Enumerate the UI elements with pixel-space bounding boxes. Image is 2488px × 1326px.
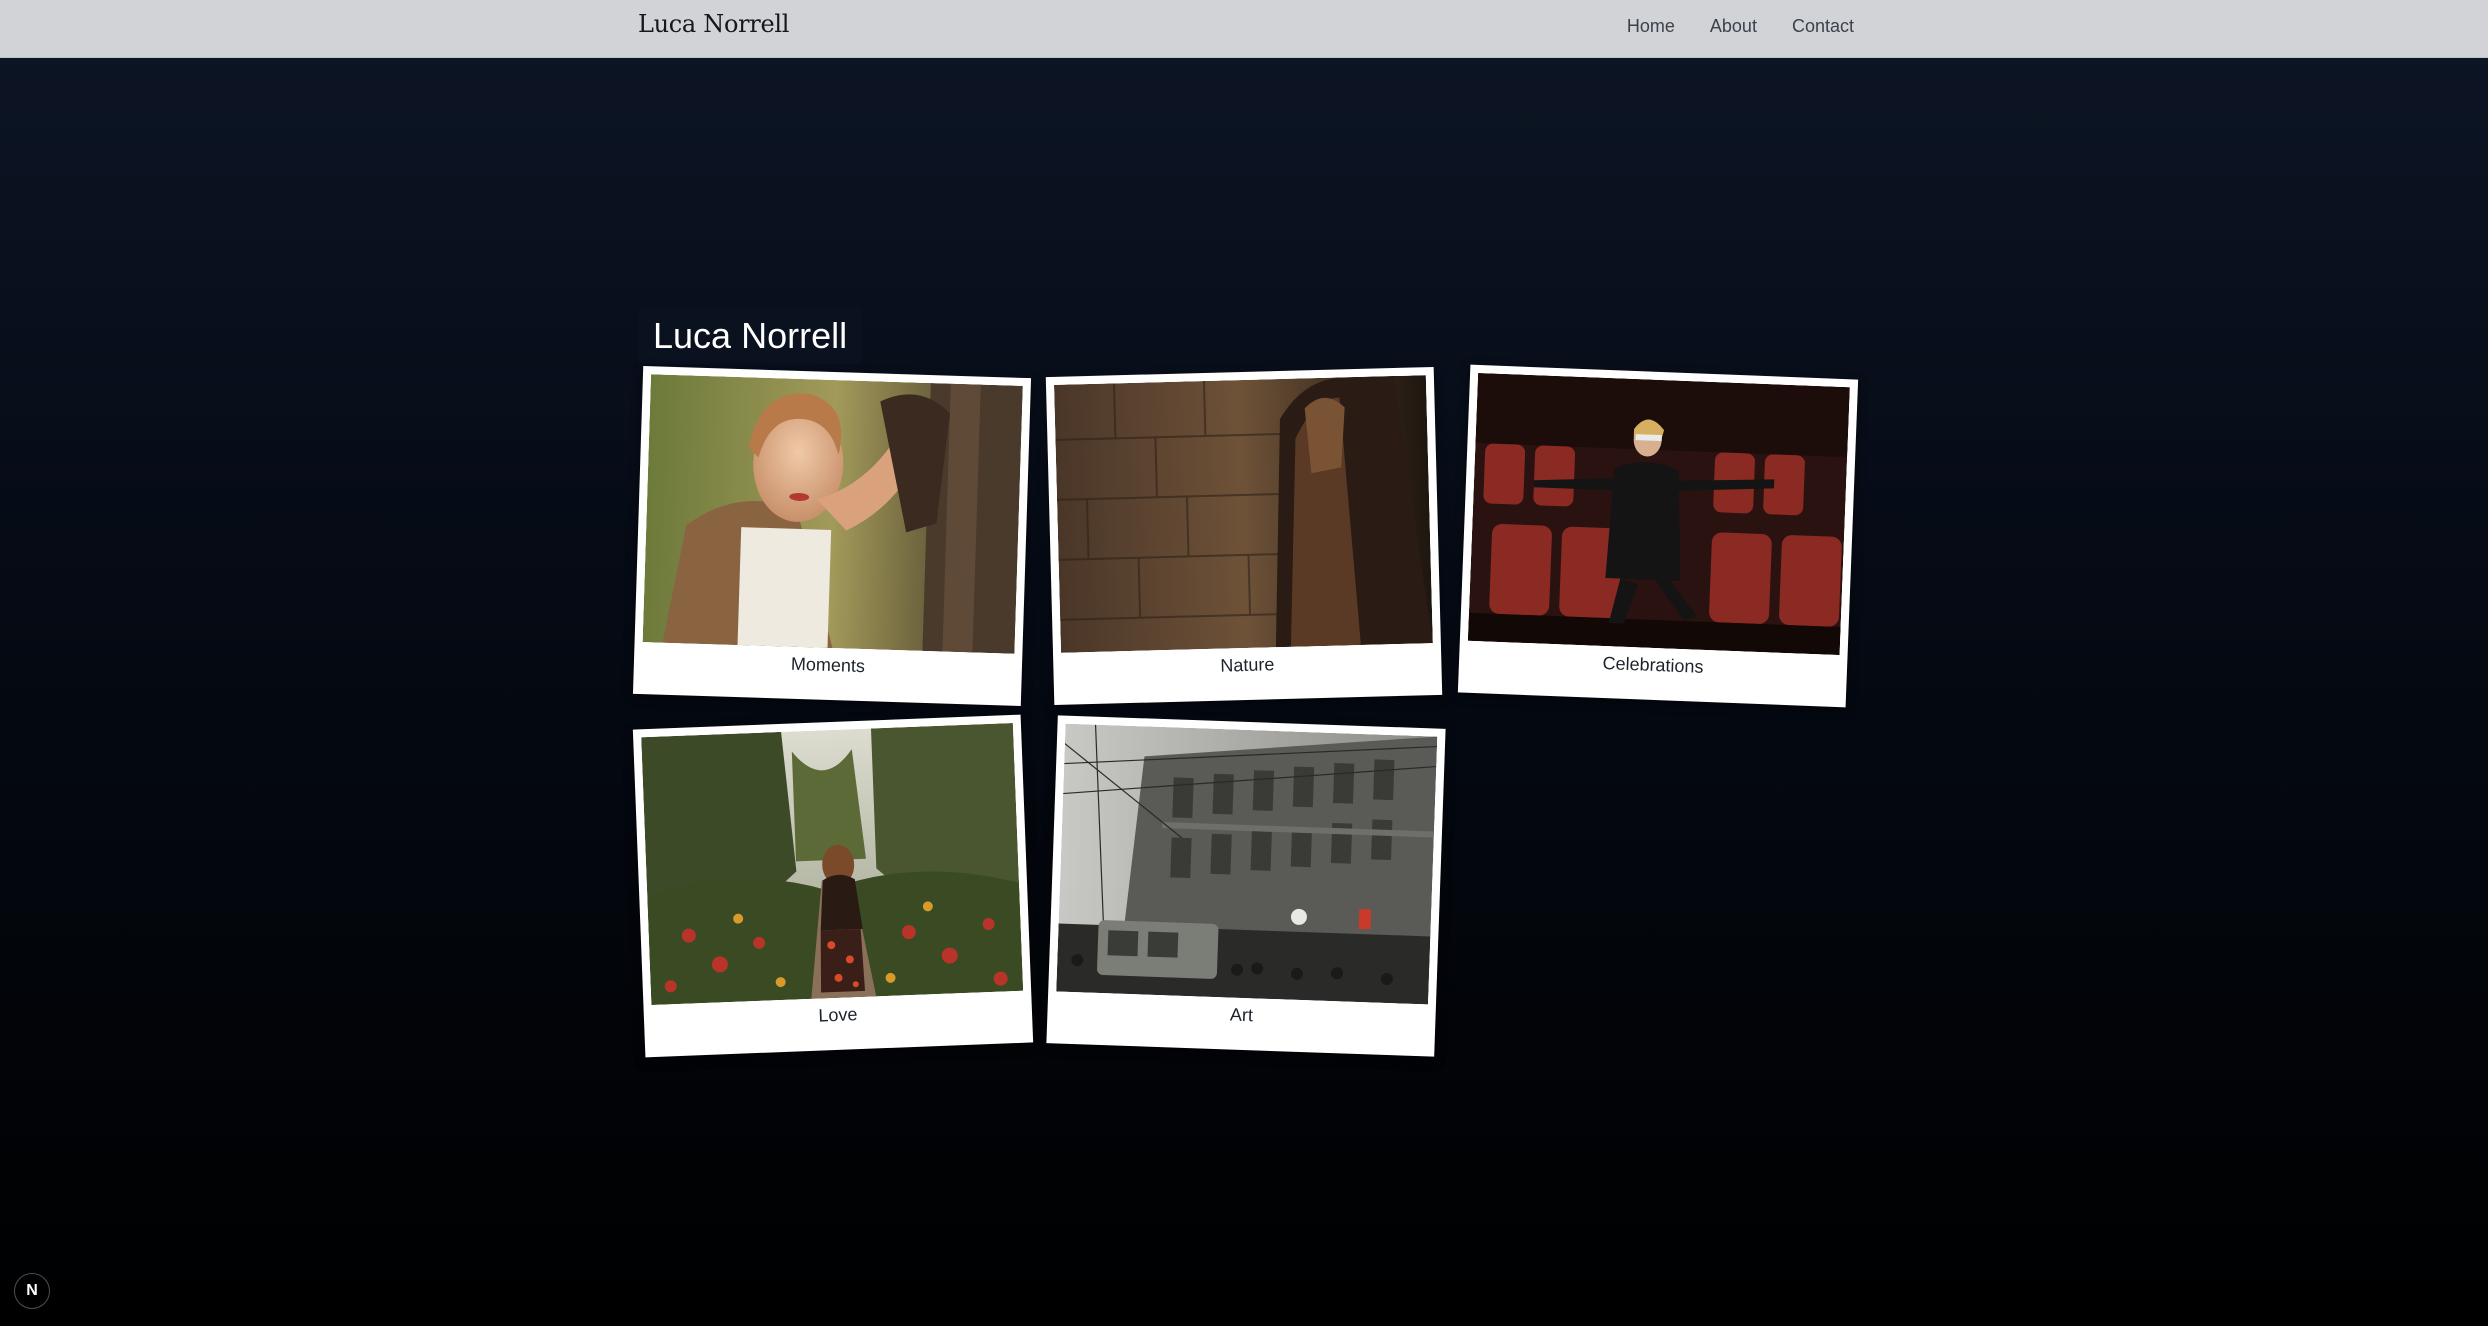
top-navbar: Luca Norrell Home About Contact: [0, 0, 2488, 58]
nav-about-link[interactable]: About: [1710, 16, 1757, 37]
art-label: Art: [1229, 1004, 1254, 1026]
gallery-card-celebrations[interactable]: Celebrations: [1457, 364, 1859, 708]
moments-label: Moments: [790, 653, 866, 677]
moments-photo: [642, 374, 1023, 654]
nextjs-icon[interactable]: N: [14, 1273, 50, 1309]
nav-contact-link[interactable]: Contact: [1792, 16, 1854, 37]
nextjs-letter: N: [26, 1282, 38, 1299]
art-photo: [1056, 723, 1438, 1005]
nature-label: Nature: [1220, 654, 1275, 676]
nav-home-link[interactable]: Home: [1627, 16, 1675, 37]
love-photo: [641, 722, 1024, 1006]
page-title-box: Luca Norrell: [638, 308, 863, 364]
page-title: Luca Norrell: [653, 315, 848, 356]
gallery-card-nature[interactable]: Nature: [1045, 366, 1443, 706]
nature-photo: [1053, 375, 1433, 653]
gallery-card-art[interactable]: Art: [1046, 715, 1446, 1057]
nav-links: Home About Contact: [1592, 16, 1854, 37]
gallery-card-love[interactable]: Love: [632, 714, 1034, 1058]
gallery-card-moments[interactable]: Moments: [632, 365, 1032, 707]
brand-link[interactable]: Luca Norrell: [638, 10, 789, 38]
celebrations-photo: [1467, 372, 1850, 656]
